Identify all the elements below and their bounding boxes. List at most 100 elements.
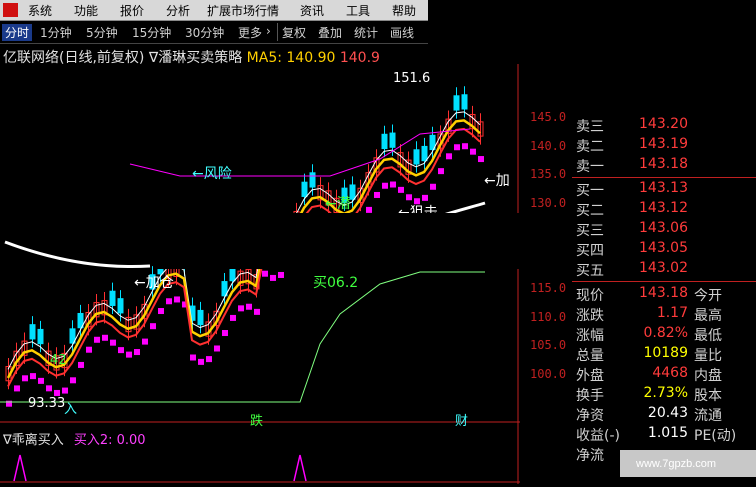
ma-lines-group <box>0 111 486 482</box>
chart-toolbar: 分时 1分钟 5分钟 15分钟 30分钟 更多 › 复权 叠加 统计 画线 <box>0 21 428 44</box>
price-tick-label: 145.0 <box>530 110 567 124</box>
ask-2-label: 卖二 <box>576 139 604 155</box>
signal-marker <box>382 182 388 189</box>
low-price-label: 93.33 <box>28 396 66 411</box>
more-chevron-icon[interactable]: › <box>266 24 271 38</box>
price-tick-label: 140.0 <box>530 138 567 153</box>
stat-label: 换手 <box>576 388 604 404</box>
stat-label: 收益(-) <box>576 428 620 444</box>
menu-analysis[interactable]: 分析 <box>166 2 190 19</box>
menu-quote[interactable]: 报价 <box>120 2 144 19</box>
stat-value: 143.18 <box>639 285 688 301</box>
add-position-annotation: ←加仓 <box>134 275 174 291</box>
redacted-area <box>157 213 577 269</box>
ask-2-price: 143.19 <box>639 136 688 152</box>
adjust-button[interactable]: 复权 <box>282 24 306 41</box>
stat-row: 涨跌 1.17 最高 <box>572 305 756 324</box>
indicator-buy-value: 买入2: 0.00 <box>73 433 146 448</box>
candle-body <box>197 309 204 326</box>
candle-body <box>349 184 356 200</box>
menu-extended-market[interactable]: 扩展市场行情 <box>207 2 279 19</box>
period-15min-tab[interactable]: 15分钟 <box>132 24 171 41</box>
signal-marker <box>14 385 20 392</box>
signal-marker <box>86 346 92 353</box>
watermark-text: www.7gpzb.com <box>636 458 717 470</box>
statistics-button[interactable]: 统计 <box>354 24 378 41</box>
signal-marker <box>70 377 76 384</box>
menu-news[interactable]: 资讯 <box>300 2 324 19</box>
candle-body <box>37 328 44 345</box>
stat-right-label: PE(动) <box>694 428 737 444</box>
indicator-spike <box>293 454 307 482</box>
signal-marker <box>206 356 212 363</box>
period-1min-tab[interactable]: 1分钟 <box>40 24 72 41</box>
signal-marker <box>62 387 68 394</box>
stat-row: 现价 143.18 今开 <box>572 285 756 304</box>
candle-body <box>109 290 116 306</box>
signal-marker <box>94 336 100 343</box>
candle-body <box>29 324 36 340</box>
ask-3-label: 卖三 <box>576 119 604 135</box>
candle-body <box>389 132 396 148</box>
event-finance-label: 财 <box>455 414 469 429</box>
stat-value: 20.43 <box>647 405 688 421</box>
stat-right-label: 最低 <box>694 328 722 344</box>
stat-right-label: 最高 <box>694 308 722 324</box>
signal-marker <box>230 314 236 321</box>
candle-body <box>421 145 428 162</box>
signal-marker <box>222 330 228 337</box>
period-more-tab[interactable]: 更多 <box>238 24 262 41</box>
signal-marker <box>462 143 468 150</box>
quote-divider <box>572 281 756 282</box>
overlay-button[interactable]: 叠加 <box>318 24 342 41</box>
bid-5-price: 143.02 <box>639 260 688 276</box>
signal-marker <box>150 323 156 330</box>
signal-marker <box>142 338 148 345</box>
ask-3-price: 143.20 <box>639 116 688 132</box>
buy-annotation: 买06.2 <box>313 275 359 291</box>
menu-help[interactable]: 帮助 <box>392 2 416 19</box>
period-5min-tab[interactable]: 5分钟 <box>86 24 118 41</box>
signal-marker <box>46 385 52 392</box>
signal-marker <box>38 377 44 384</box>
stat-label: 净流 <box>576 448 604 464</box>
signal-marker <box>78 361 84 368</box>
candle-body <box>453 95 460 111</box>
ask-row: 卖二 143.19 <box>572 136 756 155</box>
signal-marker <box>110 339 116 346</box>
menu-tools[interactable]: 工具 <box>346 2 370 19</box>
stat-value: 2.73% <box>643 385 688 401</box>
signal-marker <box>238 305 244 312</box>
draw-line-button[interactable]: 画线 <box>390 24 414 41</box>
signal-marker <box>406 194 412 201</box>
signal-marker <box>438 168 444 175</box>
event-fall-label: 跌 <box>250 414 264 429</box>
ask-row: 卖三 143.20 <box>572 116 756 135</box>
period-30min-tab[interactable]: 30分钟 <box>185 24 224 41</box>
period-intraday-tab[interactable]: 分时 <box>2 24 33 41</box>
price-tick-label: 105.0 <box>530 338 567 352</box>
stat-value: 0.82% <box>643 325 688 341</box>
stat-row: 换手 2.73% 股本 <box>572 385 756 404</box>
signal-marker <box>190 354 196 361</box>
signal-marker <box>454 144 460 151</box>
menu-function[interactable]: 功能 <box>74 2 98 19</box>
signal-marker <box>398 186 404 193</box>
stat-right-label: 内盘 <box>694 368 722 384</box>
stat-row: 涨幅 0.82% 最低 <box>572 325 756 344</box>
signal-marker <box>22 375 28 382</box>
signal-marker <box>174 296 180 303</box>
stat-label: 总量 <box>576 348 604 364</box>
signal-marker <box>166 298 172 305</box>
indicator-name: ∇乖离买入 <box>3 433 64 448</box>
bid-3-price: 143.06 <box>639 220 688 236</box>
menu-system[interactable]: 系统 <box>28 2 52 19</box>
signal-marker <box>102 334 108 341</box>
trend-curve <box>4 240 151 268</box>
bid-3-label: 买三 <box>576 223 604 239</box>
candle-body <box>413 149 420 165</box>
signal-marker <box>246 303 252 310</box>
bid-1-price: 143.13 <box>639 180 688 196</box>
signal-marker <box>478 156 484 163</box>
signal-marker <box>118 347 124 354</box>
